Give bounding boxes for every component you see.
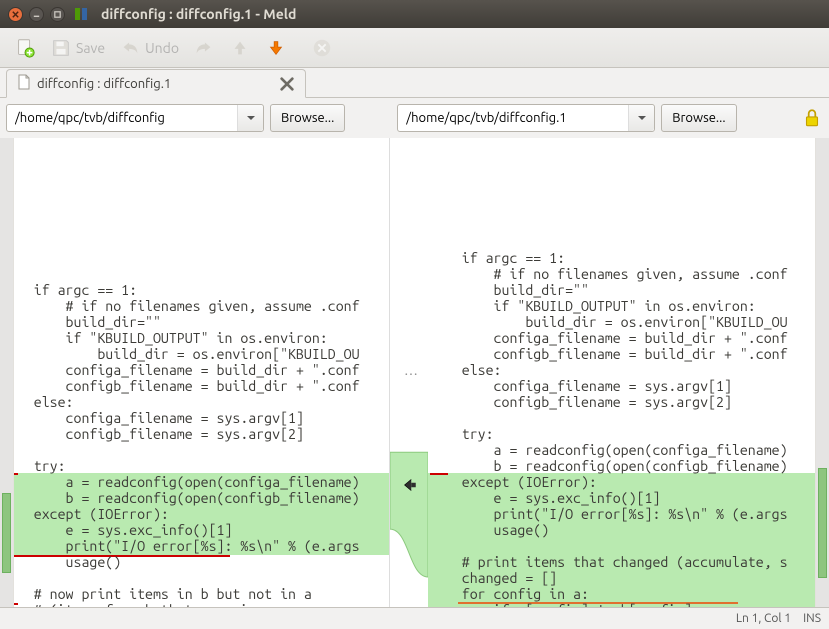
- insert-mode: INS: [803, 612, 821, 625]
- window-maximize-button[interactable]: [50, 7, 65, 22]
- save-label: Save: [76, 40, 105, 56]
- collapse-marker: …: [404, 362, 418, 378]
- merge-left-arrow[interactable]: [400, 476, 418, 494]
- status-bar: Ln 1, Col 1 INS: [0, 607, 829, 629]
- right-path-dropdown[interactable]: [628, 105, 654, 131]
- file-icon: [17, 74, 31, 93]
- left-path-input[interactable]: [7, 111, 237, 125]
- new-comparison-button[interactable]: [8, 33, 42, 63]
- left-code-pane[interactable]: if argc == 1: # if no filenames given, a…: [0, 138, 390, 607]
- file-path-row: Browse... Browse...: [0, 98, 829, 138]
- undo-button[interactable]: Undo: [113, 33, 185, 63]
- compare-tab[interactable]: diffconfig : diffconfig.1: [6, 69, 306, 98]
- window-titlebar: diffconfig : diffconfig.1 - Meld: [0, 0, 829, 28]
- redo-button[interactable]: [187, 33, 221, 63]
- left-minimap[interactable]: [0, 138, 14, 607]
- lock-icon[interactable]: [801, 107, 823, 129]
- tab-label: diffconfig : diffconfig.1: [37, 77, 171, 91]
- left-path-combo[interactable]: [6, 104, 264, 132]
- right-path-input[interactable]: [398, 111, 628, 125]
- right-code: if argc == 1: # if no filenames given, a…: [428, 218, 829, 607]
- right-path-combo[interactable]: [397, 104, 655, 132]
- window-title: diffconfig : diffconfig.1 - Meld: [101, 6, 296, 22]
- left-path-dropdown[interactable]: [237, 105, 263, 131]
- center-gutter: …: [390, 138, 428, 607]
- left-code: if argc == 1: # if no filenames given, a…: [0, 250, 389, 607]
- window-controls: [8, 7, 65, 22]
- app-icon: [73, 6, 89, 22]
- right-minimap[interactable]: [815, 138, 829, 607]
- save-button[interactable]: Save: [44, 33, 111, 63]
- right-code-pane[interactable]: if argc == 1: # if no filenames given, a…: [428, 138, 829, 607]
- next-change-button[interactable]: [259, 33, 293, 63]
- undo-label: Undo: [145, 40, 179, 56]
- stop-button[interactable]: [305, 33, 339, 63]
- window-minimize-button[interactable]: [29, 7, 44, 22]
- tab-close-button[interactable]: [279, 76, 295, 92]
- prev-change-button[interactable]: [223, 33, 257, 63]
- right-path-group: Browse...: [397, 104, 736, 132]
- right-browse-button[interactable]: Browse...: [661, 104, 736, 132]
- main-toolbar: Save Undo: [0, 28, 829, 68]
- left-path-group: Browse...: [6, 104, 345, 132]
- window-close-button[interactable]: [8, 7, 23, 22]
- left-browse-button[interactable]: Browse...: [270, 104, 345, 132]
- cursor-position: Ln 1, Col 1: [736, 612, 791, 625]
- tab-bar: diffconfig : diffconfig.1: [0, 68, 829, 98]
- diff-area: if argc == 1: # if no filenames given, a…: [0, 138, 829, 607]
